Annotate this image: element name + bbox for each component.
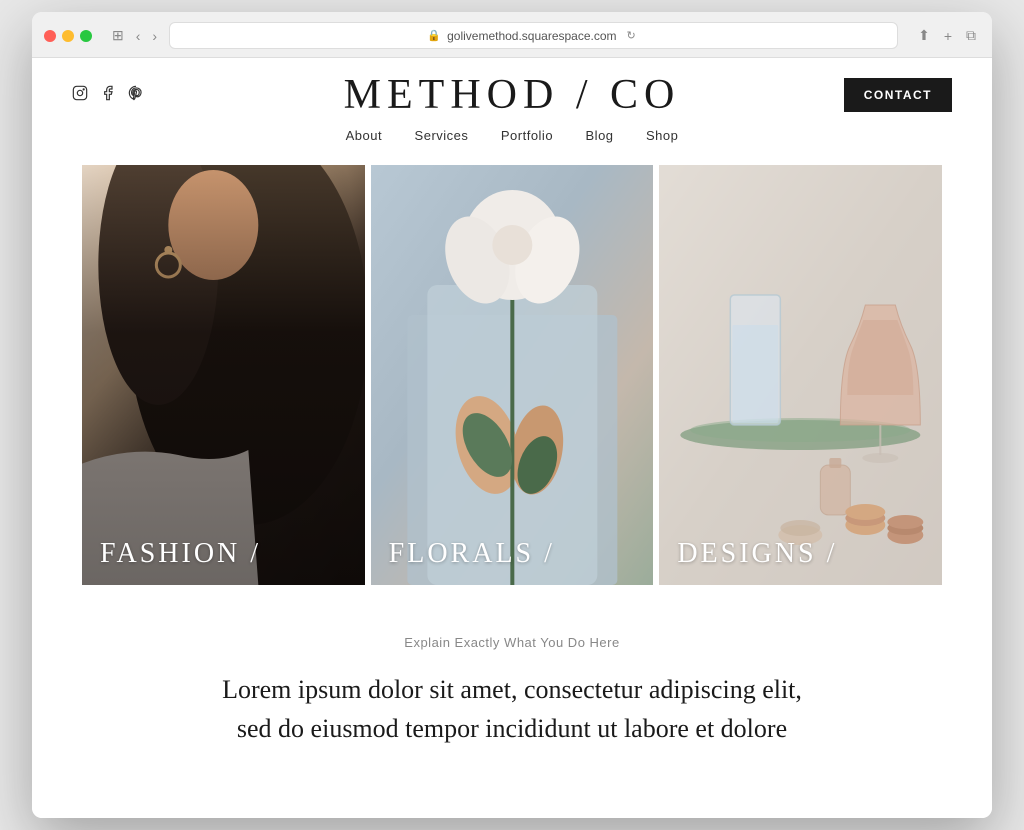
sidebar-toggle[interactable]: ⊞ [108, 25, 128, 46]
new-tab-button[interactable]: + [940, 25, 956, 46]
facebook-icon[interactable] [100, 85, 116, 106]
website-content: METHOD / CO CONTACT About Services Portf… [32, 58, 992, 818]
section-subtitle: Explain Exactly What You Do Here [72, 635, 952, 650]
section-body: Lorem ipsum dolor sit amet, consectetur … [212, 670, 812, 748]
maximize-button[interactable] [80, 30, 92, 42]
close-button[interactable] [44, 30, 56, 42]
back-button[interactable]: ‹ [132, 25, 145, 46]
browser-window: ⊞ ‹ › 🔒 golivemethod.squarespace.com ↻ ⬆… [32, 12, 992, 818]
nav-services[interactable]: Services [415, 128, 469, 143]
lower-section: Explain Exactly What You Do Here Lorem i… [32, 585, 992, 778]
url-text: golivemethod.squarespace.com [447, 29, 616, 43]
browser-chrome: ⊞ ‹ › 🔒 golivemethod.squarespace.com ↻ ⬆… [32, 12, 992, 58]
image-grid: FASHION / [82, 165, 942, 585]
address-bar[interactable]: 🔒 golivemethod.squarespace.com ↻ [169, 22, 898, 49]
instagram-icon[interactable] [72, 85, 88, 106]
nav-portfolio[interactable]: Portfolio [501, 128, 553, 143]
share-button[interactable]: ⬆ [914, 25, 934, 46]
florals-label: FLORALS / [389, 538, 555, 570]
contact-button[interactable]: CONTACT [844, 78, 952, 112]
social-icons [72, 85, 144, 106]
site-header: METHOD / CO CONTACT [32, 58, 992, 127]
nav-blog[interactable]: Blog [586, 128, 614, 143]
browser-controls: ⊞ ‹ › [108, 25, 161, 46]
grid-item-florals[interactable]: FLORALS / [371, 165, 654, 585]
designs-label: DESIGNS / [677, 538, 837, 570]
nav-about[interactable]: About [346, 128, 382, 143]
reload-button[interactable]: ↻ [623, 27, 640, 44]
traffic-lights [44, 30, 92, 42]
browser-actions: ⬆ + ⧉ [914, 25, 980, 46]
grid-item-fashion[interactable]: FASHION / [82, 165, 365, 585]
lock-icon: 🔒 [427, 29, 441, 42]
site-title: METHOD / CO [344, 71, 681, 119]
fashion-label: FASHION / [100, 538, 261, 570]
duplicate-button[interactable]: ⧉ [962, 25, 980, 46]
minimize-button[interactable] [62, 30, 74, 42]
forward-button[interactable]: › [148, 25, 161, 46]
site-title-wrap: METHOD / CO [344, 71, 681, 119]
pinterest-icon[interactable] [128, 85, 144, 106]
nav-shop[interactable]: Shop [646, 128, 678, 143]
grid-item-designs[interactable]: DESIGNS / [659, 165, 942, 585]
site-nav: About Services Portfolio Blog Shop [32, 127, 992, 165]
